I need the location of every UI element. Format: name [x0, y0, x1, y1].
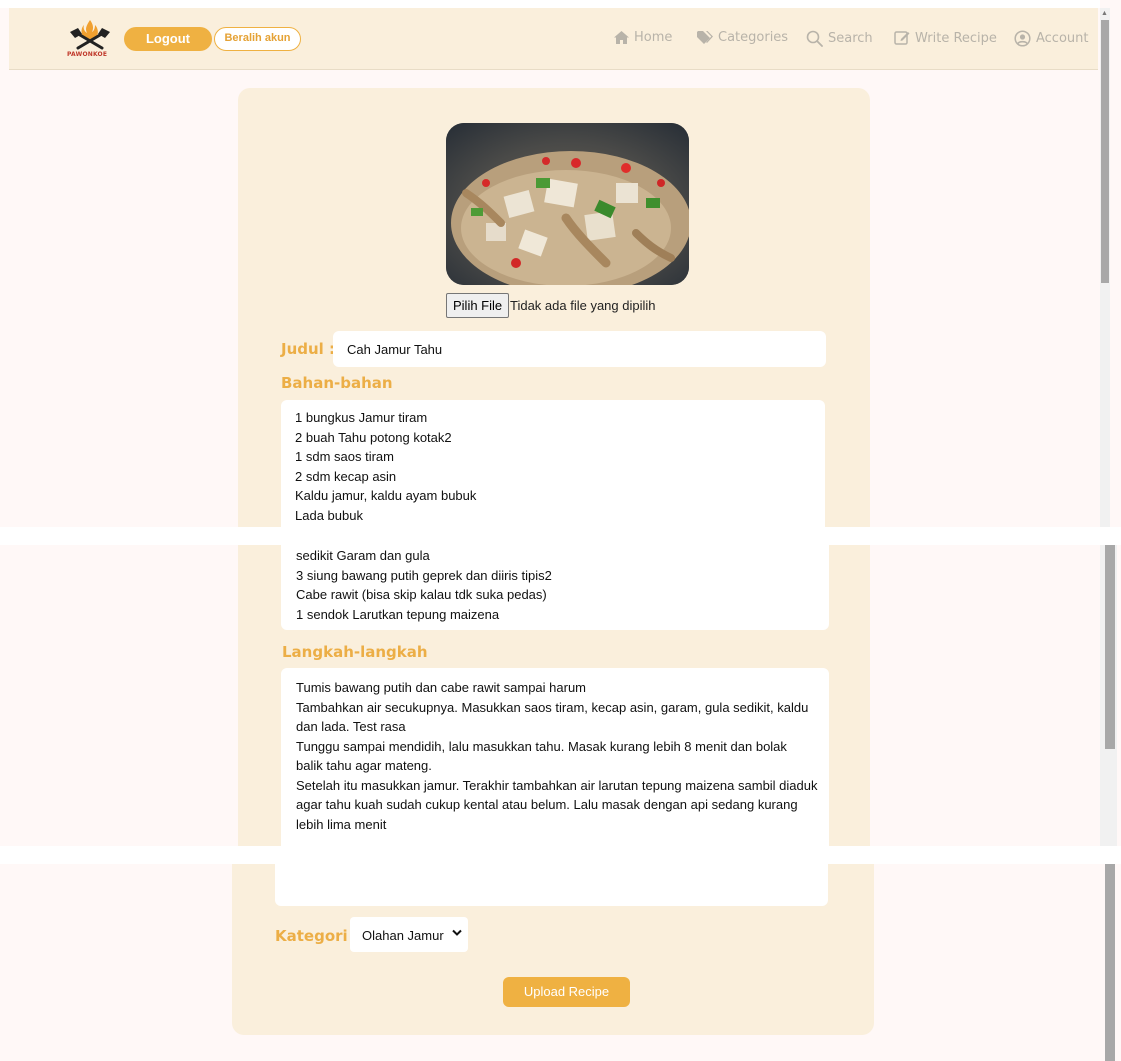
upload-recipe-button[interactable]: Upload Recipe	[503, 977, 630, 1007]
step-line: lebih lima menit	[296, 816, 387, 832]
scroll-up-arrow-icon[interactable]: ▲	[1101, 10, 1108, 17]
ingredients-label: Bahan-bahan	[281, 374, 393, 392]
logout-button[interactable]: Logout	[124, 27, 212, 51]
edit-icon	[894, 31, 910, 45]
category-select[interactable]: Olahan Jamur	[350, 917, 468, 952]
tag-icon	[697, 30, 713, 44]
navbar: PAWONKOE Logout Beralih akun Home Catego…	[9, 8, 1098, 70]
step-line: balik tahu agar mateng.	[296, 758, 432, 773]
recipe-photo	[446, 123, 689, 285]
ingredient-line: 3 siung bawang putih geprek dan diiris t…	[296, 567, 552, 583]
step-line: agar tahu kuah sudah cukup kental atau b…	[296, 797, 798, 812]
scrollbar-thumb[interactable]	[1101, 20, 1109, 283]
page-section-bottom: Kategori : Olahan Jamur Upload Recipe	[0, 864, 1121, 1061]
chevron-down-icon	[452, 929, 462, 936]
ingredients-textarea-bottom[interactable]: sedikit Garam dan gula 3 siung bawang pu…	[281, 545, 829, 630]
nav-search-label: Search	[828, 31, 873, 46]
top-gap	[0, 0, 1100, 8]
nav-search[interactable]: Search	[806, 30, 873, 47]
step-line: Tumis bawang putih dan cabe rawit sampai…	[296, 680, 586, 695]
step-line: Setelah itu masukkan jamur. Terakhir tam…	[296, 777, 818, 793]
ingredient-line: 1 sdm saos tiram	[295, 449, 394, 464]
category-label: Kategori :	[275, 927, 359, 945]
logo-text: PAWONKOE	[67, 51, 108, 58]
ingredients-textarea-top[interactable]: 1 bungkus Jamur tiram 2 buah Tahu potong…	[281, 400, 825, 527]
scrollbar-thumb[interactable]	[1105, 864, 1115, 1061]
scrollbar-thumb[interactable]	[1105, 545, 1115, 749]
ingredient-line: 2 buah Tahu potong kotak2	[295, 429, 452, 445]
nav-home-label: Home	[634, 30, 673, 45]
switch-account-button[interactable]: Beralih akun	[214, 27, 301, 51]
ingredient-line: sedikit Garam dan gula	[296, 548, 430, 563]
ingredient-line: Lada bubuk	[295, 507, 363, 523]
ingredient-line: Kaldu jamur, kaldu ayam bubuk	[295, 488, 477, 503]
user-circle-icon	[1014, 30, 1031, 47]
steps-textarea-continued[interactable]	[275, 864, 828, 906]
ingredient-line: 1 sendok Larutkan tepung maizena	[296, 606, 500, 622]
nav-home[interactable]: Home	[614, 30, 672, 45]
ingredient-line: 2 sdm kecap asin	[295, 468, 397, 484]
page-section-middle: sedikit Garam dan gula 3 siung bawang pu…	[0, 545, 1121, 846]
nav-write-recipe[interactable]: Write Recipe	[894, 30, 997, 46]
steps-textarea[interactable]: Tumis bawang putih dan cabe rawit sampai…	[281, 668, 829, 846]
steps-label: Langkah-langkah	[282, 643, 428, 661]
nav-categories[interactable]: Categories	[697, 30, 788, 45]
screenshot-separator	[0, 846, 1121, 864]
home-icon	[614, 31, 629, 44]
step-line: Tambahkan air secukupnya. Masukkan saos …	[296, 699, 809, 715]
title-input[interactable]: Cah Jamur Tahu	[333, 331, 826, 367]
screenshot-separator	[0, 527, 1121, 545]
nav-write-recipe-label: Write Recipe	[915, 30, 997, 46]
category-select-value: Olahan Jamur	[362, 928, 444, 943]
search-icon	[806, 30, 823, 47]
ingredient-line: Cabe rawit (bisa skip kalau tdk suka ped…	[296, 587, 547, 602]
step-line: Tunggu sampai mendidih, lalu masukkan ta…	[296, 738, 787, 754]
step-line: dan lada. Test rasa	[296, 719, 406, 734]
ingredient-line: 1 bungkus Jamur tiram	[295, 410, 428, 425]
choose-file-button[interactable]: Pilih File	[446, 293, 510, 318]
file-status-text: Tidak ada file yang dipilih	[510, 298, 656, 313]
nav-account[interactable]: Account	[1014, 30, 1089, 47]
title-label: Judul :	[281, 340, 336, 358]
nav-account-label: Account	[1036, 31, 1089, 46]
nav-categories-label: Categories	[718, 30, 789, 45]
page-section-top: PAWONKOE Logout Beralih akun Home Catego…	[0, 0, 1121, 527]
